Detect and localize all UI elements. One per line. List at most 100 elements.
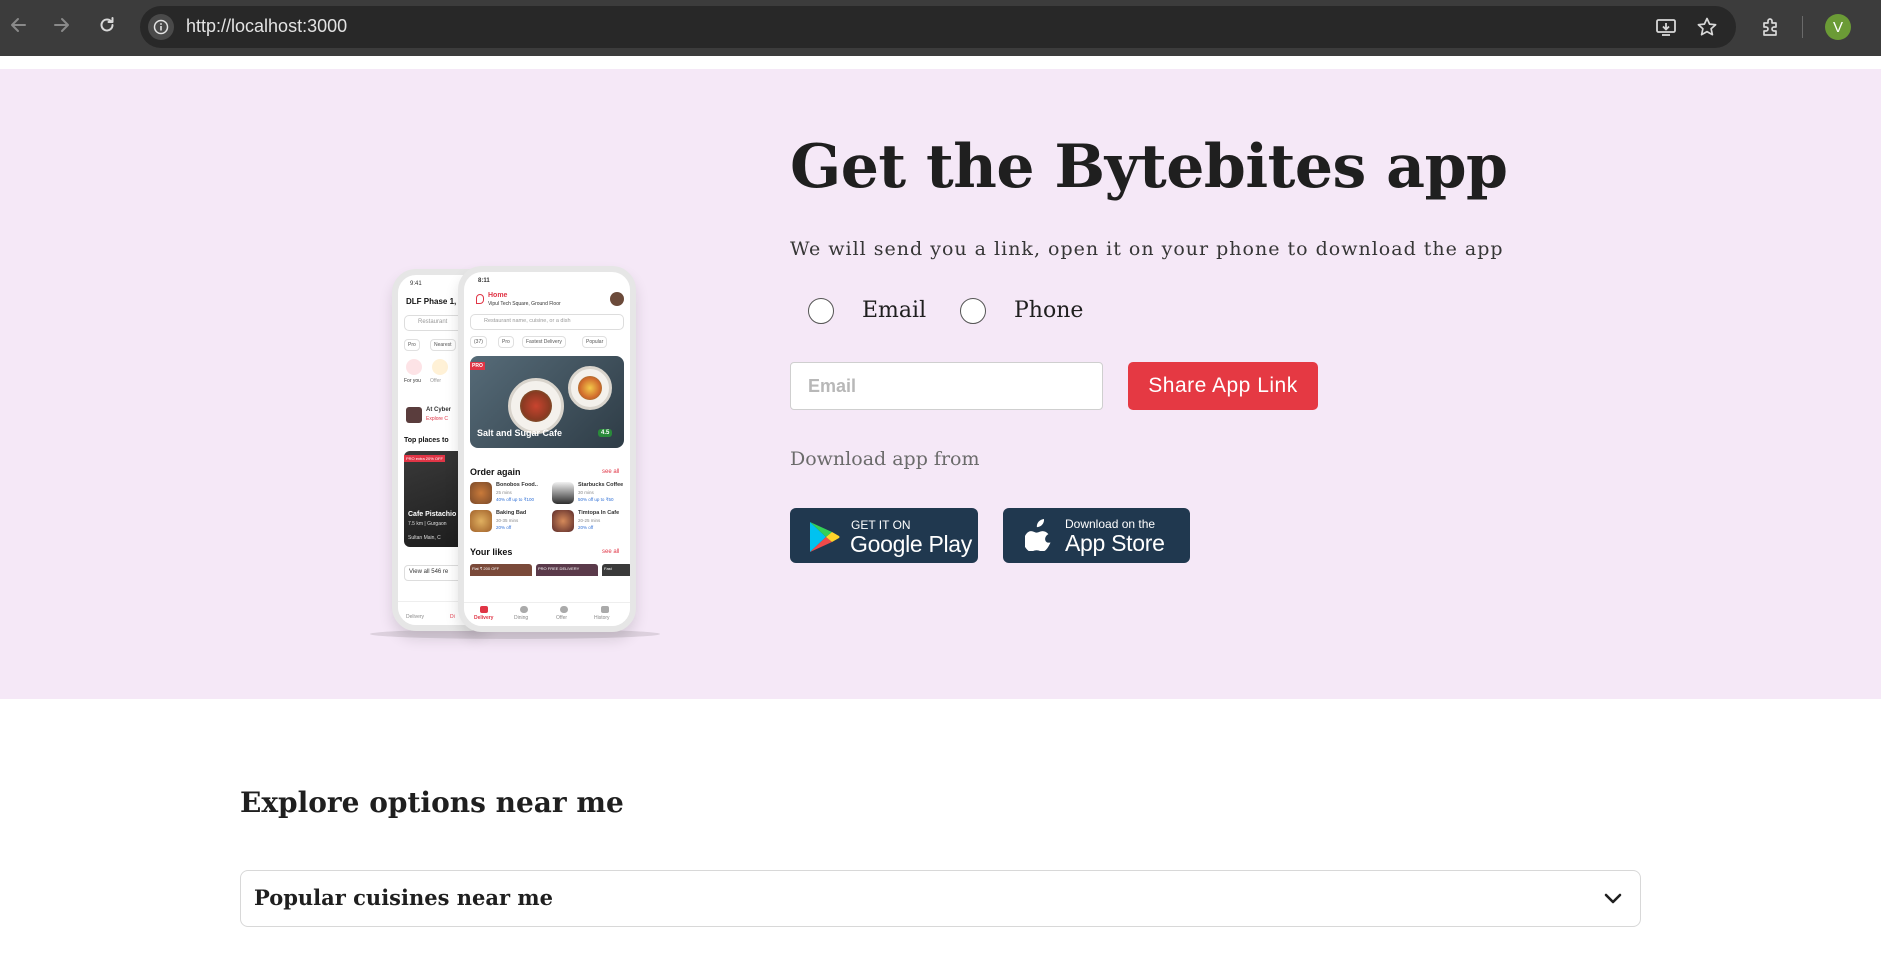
promo-thumb bbox=[406, 407, 422, 423]
share-app-link-button[interactable]: Share App Link bbox=[1128, 362, 1318, 410]
nav-label: Offer bbox=[556, 615, 568, 621]
explore-section-title: Explore options near me bbox=[240, 786, 624, 819]
apple-icon bbox=[1025, 519, 1051, 551]
phone-bottom-nav: Delivery Dining Offer History bbox=[464, 602, 630, 626]
offer-icon bbox=[560, 606, 568, 613]
google-play-big-text: Google Play bbox=[850, 531, 972, 557]
app-store-big-text: App Store bbox=[1065, 530, 1165, 556]
chevron-down-icon[interactable] bbox=[1602, 888, 1624, 910]
phone-category-label: Offer bbox=[430, 378, 442, 384]
likes-card: Fast bbox=[602, 564, 630, 576]
front-phone: 8:11 Home Vipul Tech Square, Ground Floo… bbox=[458, 266, 636, 632]
app-store-small-text: Download on the bbox=[1065, 517, 1156, 531]
order-thumb bbox=[552, 482, 574, 504]
back-icon[interactable] bbox=[6, 12, 32, 38]
category-icon bbox=[432, 359, 448, 375]
phone-category-label: For you bbox=[404, 378, 421, 384]
order-offer: 20% off bbox=[578, 525, 594, 530]
phone-section-title: Your likes bbox=[470, 547, 513, 557]
email-input[interactable] bbox=[790, 362, 1103, 410]
phone-chip: Nearest bbox=[430, 339, 456, 351]
phone-section-title: Order again bbox=[470, 467, 521, 477]
phone-see-all: see all bbox=[602, 469, 620, 475]
nav-label: Dining bbox=[514, 615, 529, 621]
card-badge: PRO extra 20% OFF bbox=[404, 455, 445, 462]
phone-chip: Popular bbox=[582, 336, 608, 348]
url-text[interactable]: http://localhost:3000 bbox=[186, 16, 347, 37]
extensions-icon[interactable] bbox=[1758, 14, 1784, 40]
phone-address: Vipul Tech Square, Ground Floor bbox=[488, 301, 561, 307]
nav-label: Delivery bbox=[474, 615, 494, 621]
phone-radio-label[interactable]: Phone bbox=[1014, 298, 1083, 323]
site-info-icon[interactable] bbox=[148, 14, 174, 40]
phone-chip: Fastest Delivery bbox=[522, 336, 566, 348]
bookmark-star-icon[interactable] bbox=[1695, 15, 1719, 39]
phone-section-title: Top places to bbox=[404, 437, 449, 444]
order-thumb bbox=[552, 510, 574, 532]
location-pin-icon bbox=[476, 294, 484, 304]
food bbox=[578, 376, 602, 400]
history-icon bbox=[601, 606, 609, 613]
category-icon bbox=[406, 359, 422, 375]
address-bar[interactable]: http://localhost:3000 bbox=[140, 6, 1736, 48]
phone-search-text: Restaurant name, cuisine, or a dish bbox=[484, 318, 571, 324]
order-thumb bbox=[470, 482, 492, 504]
download-from-label: Download app from bbox=[790, 448, 980, 470]
phone-time: 9:41 bbox=[410, 281, 422, 287]
app-store-button[interactable]: Download on the App Store bbox=[1003, 508, 1190, 563]
view-all-label: View all 546 re bbox=[409, 569, 449, 575]
forward-icon[interactable] bbox=[48, 12, 74, 38]
page-title: Get the Bytebites app bbox=[790, 132, 1508, 202]
order-name: Baking Bad bbox=[496, 510, 527, 516]
browser-toolbar: http://localhost:3000 V bbox=[0, 0, 1881, 56]
phone-radio[interactable] bbox=[960, 298, 986, 324]
featured-restaurant-image: PRO Salt and Sugar Cafe 4.5 bbox=[470, 356, 624, 448]
phone-search-text: Restaurant bbox=[418, 319, 448, 325]
order-offer: 50% off up to ₹50 bbox=[578, 497, 614, 502]
featured-title: Salt and Sugar Cafe bbox=[477, 428, 563, 438]
phone-time: 8:11 bbox=[478, 278, 490, 284]
phone-promo-sub: Explore C bbox=[426, 416, 448, 422]
nav-label: Delivery bbox=[406, 614, 425, 620]
order-thumb bbox=[470, 510, 492, 532]
google-play-icon bbox=[810, 522, 840, 552]
phone-location: DLF Phase 1, bbox=[406, 297, 457, 306]
order-name: Timtopa In Cafe bbox=[578, 510, 620, 516]
order-time: 30 mins bbox=[578, 490, 594, 495]
order-name: Starbucks Coffee bbox=[578, 482, 624, 488]
likes-card: Flat ₹ 200 OFF bbox=[470, 564, 532, 576]
order-time: 20-25 mins bbox=[578, 518, 601, 523]
card-title: Cafe Pistachio bbox=[408, 511, 457, 518]
reload-icon[interactable] bbox=[94, 12, 120, 38]
phone-home-label: Home bbox=[488, 292, 508, 299]
profile-avatar[interactable]: V bbox=[1825, 14, 1851, 40]
phone-see-all: see all bbox=[602, 549, 620, 555]
toolbar-divider bbox=[1802, 16, 1803, 38]
phone-mockup-image: 9:41 DLF Phase 1, Restaurant Pro Nearest… bbox=[370, 199, 670, 644]
likes-badge: Flat ₹ 200 OFF bbox=[472, 566, 500, 571]
dining-icon bbox=[520, 606, 528, 613]
order-offer: 40% off up to ₹100 bbox=[496, 497, 535, 502]
delivery-icon bbox=[480, 606, 488, 613]
accordion-title[interactable]: Popular cuisines near me bbox=[254, 885, 553, 910]
popular-cuisines-accordion[interactable]: Popular cuisines near me bbox=[240, 870, 1641, 927]
order-time: 30-35 mins bbox=[496, 518, 519, 523]
likes-badge: PRO FREE DELIVERY bbox=[538, 566, 580, 571]
order-offer: 20% off bbox=[496, 525, 512, 530]
phone-promo-title: At Cyber bbox=[426, 407, 452, 413]
phone-chip: Pro bbox=[498, 336, 514, 348]
email-radio[interactable] bbox=[808, 298, 834, 324]
install-app-icon[interactable] bbox=[1654, 15, 1678, 39]
nav-label: Di bbox=[450, 614, 455, 620]
nav-label: History bbox=[594, 615, 610, 621]
likes-card: PRO FREE DELIVERY bbox=[536, 564, 598, 576]
phone-chip: (37) bbox=[470, 336, 487, 348]
card-meta: 7.5 km | Gurgaon bbox=[408, 521, 447, 527]
card-sub: Sultan Main, C bbox=[408, 535, 441, 541]
email-radio-label[interactable]: Email bbox=[862, 298, 926, 323]
order-name: Bonobos Food.. bbox=[496, 482, 538, 488]
food bbox=[520, 390, 552, 422]
featured-rating: 4.5 bbox=[598, 429, 613, 437]
google-play-button[interactable]: GET IT ON Google Play bbox=[790, 508, 978, 563]
google-play-small-text: GET IT ON bbox=[851, 518, 911, 532]
